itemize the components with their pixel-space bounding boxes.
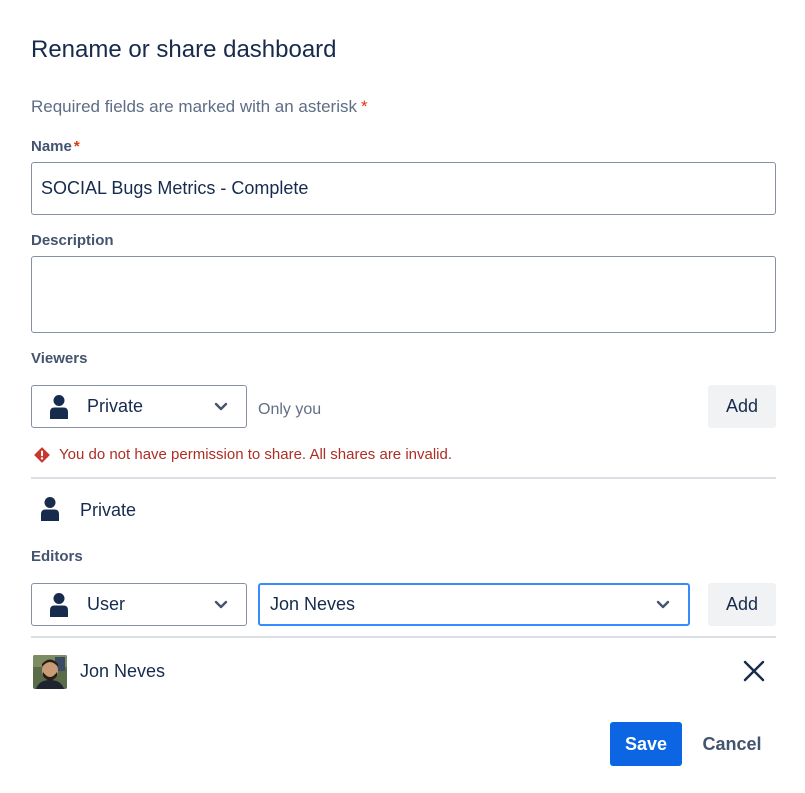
- viewers-type-value: Private: [87, 396, 144, 416]
- name-label: Name *: [31, 138, 80, 156]
- editors-divider: [31, 636, 776, 638]
- chevron-down-icon: [656, 600, 670, 608]
- person-icon: [50, 394, 68, 419]
- viewers-type-select[interactable]: Private: [31, 385, 247, 428]
- share-error-message: You do not have permission to share. All…: [34, 446, 452, 463]
- close-icon: [743, 660, 765, 682]
- chevron-down-icon: [214, 600, 228, 608]
- person-icon: [41, 497, 59, 521]
- editors-type-value: User: [87, 594, 126, 614]
- viewer-entry-icon: [40, 496, 60, 522]
- description-textarea[interactable]: [31, 256, 776, 333]
- viewer-entry-label: Private: [80, 500, 137, 520]
- editors-type-select[interactable]: User: [31, 583, 247, 626]
- remove-editor-button[interactable]: [743, 660, 765, 682]
- required-fields-note: Required fields are marked with an aster…: [31, 96, 368, 118]
- name-label-text: Name: [31, 138, 72, 155]
- viewers-divider: [31, 477, 776, 479]
- viewers-add-button[interactable]: Add: [708, 385, 776, 428]
- editor-user-picker-value: Jon Neves: [270, 594, 356, 614]
- cancel-button[interactable]: Cancel: [692, 722, 772, 766]
- name-required-asterisk: *: [73, 138, 80, 155]
- viewers-label: Viewers: [31, 350, 88, 367]
- name-input[interactable]: SOCIAL Bugs Metrics - Complete: [31, 162, 776, 215]
- editor-entry-name: Jon Neves: [80, 661, 166, 681]
- editors-add-button[interactable]: Add: [708, 583, 776, 626]
- chevron-down-icon: [214, 402, 228, 410]
- required-note-text: Required fields are marked with an aster…: [31, 97, 357, 116]
- dialog-title: Rename or share dashboard: [31, 36, 337, 63]
- viewers-hint: Only you: [258, 401, 322, 418]
- error-icon: [34, 446, 50, 463]
- editor-user-picker[interactable]: Jon Neves: [258, 583, 690, 626]
- avatar: [33, 655, 67, 689]
- error-text: You do not have permission to share. All…: [59, 446, 453, 463]
- editors-label: Editors: [31, 548, 83, 565]
- save-button[interactable]: Save: [610, 722, 682, 766]
- description-label: Description: [31, 232, 114, 249]
- person-icon: [50, 592, 68, 617]
- required-asterisk: *: [360, 97, 368, 116]
